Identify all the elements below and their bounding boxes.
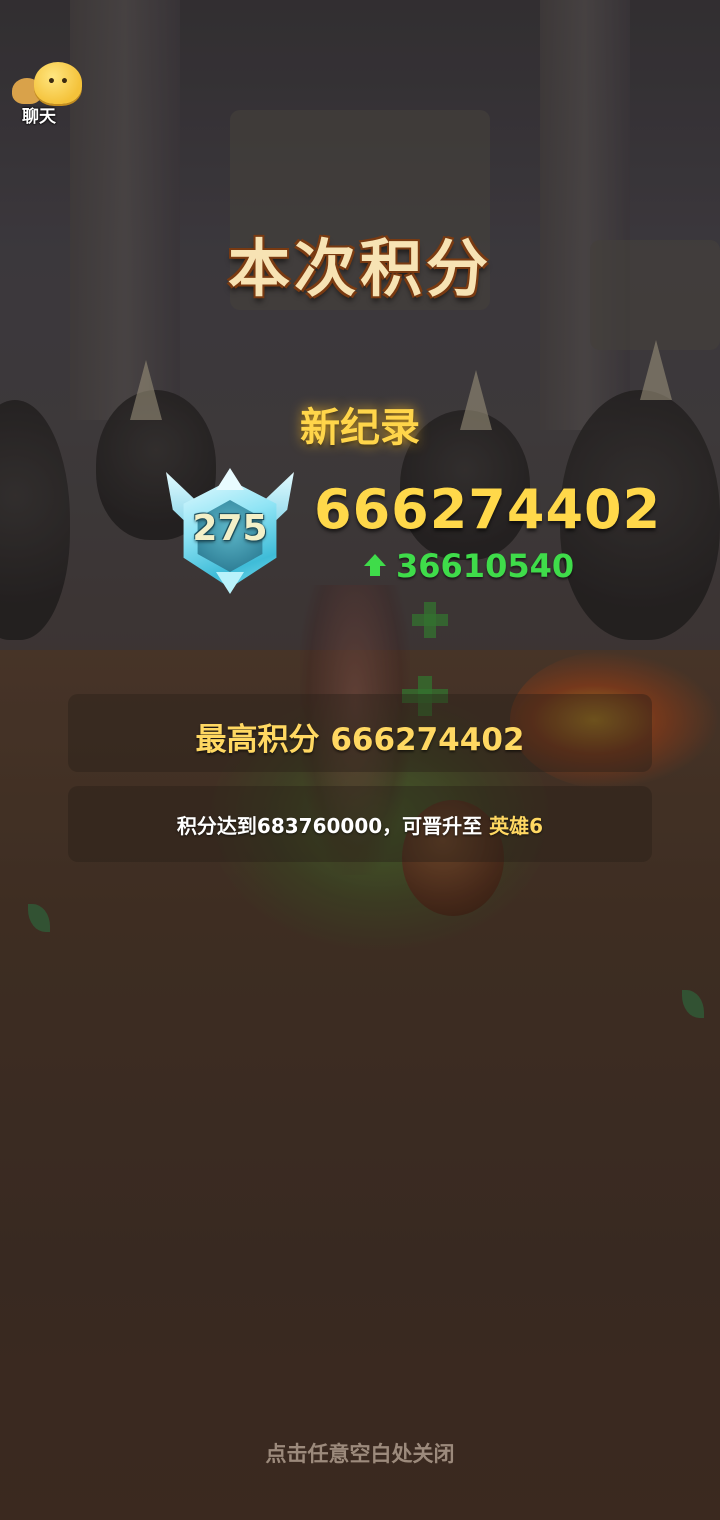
new-record-badge: 新纪录	[300, 405, 420, 451]
best-score-label: 最高积分	[195, 722, 320, 758]
score-increase-value: 36610540	[396, 547, 575, 585]
score-increase: 36610540	[364, 546, 574, 586]
up-arrow-icon	[364, 554, 386, 578]
promotion-middle: ，可晋升至	[382, 814, 490, 838]
best-score-line: 最高积分 666274402	[68, 714, 652, 759]
badge-bottom	[216, 572, 244, 594]
badge-crown	[216, 468, 244, 490]
chat-label: 聊天	[22, 107, 56, 127]
promotion-next-rank: 英雄6	[489, 814, 544, 838]
best-score-value: 666274402	[330, 722, 525, 758]
best-score-panel: 最高积分 666274402	[68, 694, 652, 772]
chat-face-icon: ••	[47, 74, 73, 90]
promotion-prefix: 积分达到	[176, 814, 257, 838]
chat-button[interactable]: •• 聊天	[6, 58, 82, 127]
promotion-panel: 积分达到683760000，可晋升至 英雄6	[68, 786, 652, 862]
current-score: 666274402	[314, 478, 662, 541]
promotion-text: 积分达到683760000，可晋升至 英雄6	[68, 810, 652, 839]
rank-badge-icon: 275	[166, 468, 294, 596]
result-title: 本次积分	[227, 232, 492, 305]
promotion-target-score: 683760000	[256, 814, 383, 838]
chat-bubble-icon: ••	[34, 62, 82, 104]
close-hint: 点击任意空白处关闭	[265, 1442, 455, 1466]
rank-level: 275	[192, 508, 268, 549]
